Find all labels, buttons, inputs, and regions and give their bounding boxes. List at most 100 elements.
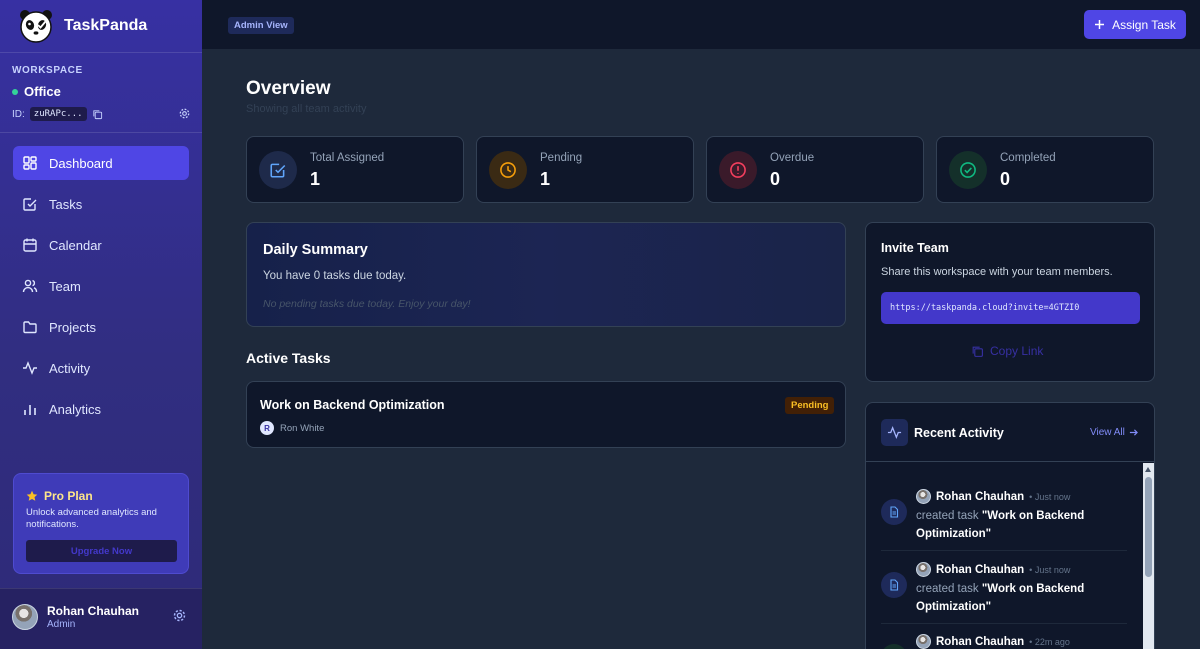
invite-link-field[interactable]: https://taskpanda.cloud?invite=4GTZI0 (881, 292, 1140, 324)
divider (0, 52, 202, 53)
invite-team-title: Invite Team (881, 241, 949, 255)
avatar (916, 489, 931, 504)
avatar (916, 634, 931, 649)
activity-description: created task "Work on Backend Optimizati… (916, 580, 1116, 616)
pro-plan-title: Pro Plan (26, 489, 93, 503)
sidebar-nav: Dashboard Tasks Calendar Team Projects A… (13, 146, 189, 433)
activity-description: created task "Work on Backend Optimizati… (916, 507, 1116, 543)
activity-type-bg (881, 499, 907, 525)
invite-team-description: Share this workspace with your team memb… (881, 266, 1113, 278)
admin-view-badge: Admin View (228, 17, 294, 34)
activity-type-bg (881, 644, 907, 649)
copy-link-button[interactable]: Copy Link (971, 344, 1043, 358)
sidebar-item-team[interactable]: Team (13, 269, 189, 303)
activity-time: • Just now (1029, 564, 1071, 575)
task-check-icon (270, 163, 286, 178)
workspace-id: ID: zuRAPc... (12, 107, 103, 121)
sidebar-item-activity[interactable]: Activity (13, 351, 189, 385)
sidebar-item-projects[interactable]: Projects (13, 310, 189, 344)
stat-card-total-assigned[interactable]: Total Assigned 1 (246, 136, 464, 203)
status-badge: Pending (785, 397, 835, 414)
copy-id-icon[interactable] (92, 109, 103, 120)
page-subtitle: Showing all team activity (246, 103, 367, 115)
activity-icon (23, 361, 37, 375)
document-icon (890, 579, 899, 591)
document-icon (890, 506, 899, 518)
daily-summary-empty-message: No pending tasks due today. Enjoy your d… (263, 298, 471, 310)
sidebar-item-label: Projects (49, 319, 96, 335)
activity-action: created task (916, 510, 979, 522)
stat-icon-bg (259, 151, 297, 189)
scrollbar-thumb[interactable] (1145, 477, 1152, 577)
copy-link-label: Copy Link (990, 344, 1044, 358)
workspace-name[interactable]: Office (12, 84, 61, 99)
plus-icon (1095, 20, 1105, 29)
sidebar-item-analytics[interactable]: Analytics (13, 392, 189, 426)
task-card[interactable]: Work on Backend Optimization Pending R R… (246, 381, 846, 448)
upgrade-now-button[interactable]: Upgrade Now (26, 540, 177, 562)
activity-user: Rohan Chauhan (936, 490, 1025, 503)
stat-icon-bg (489, 151, 527, 189)
activity-scrollbar[interactable] (1143, 463, 1154, 649)
sidebar-item-tasks[interactable]: Tasks (13, 187, 189, 221)
assign-task-button[interactable]: Assign Task (1084, 10, 1186, 39)
stat-card-pending[interactable]: Pending 1 (476, 136, 694, 203)
dashboard-icon (23, 156, 37, 170)
avatar (12, 604, 38, 630)
assignee-avatar: R (260, 421, 274, 435)
activity-header: Rohan Chauhan • Just now (916, 562, 1070, 577)
active-tasks-title: Active Tasks (246, 350, 331, 366)
scroll-up-arrow-icon[interactable] (1145, 467, 1151, 472)
view-all-link[interactable]: View All (1090, 427, 1138, 438)
workspace-label: WORKSPACE (12, 65, 83, 76)
divider (881, 623, 1127, 624)
activity-header: Rohan Chauhan • 22m ago (916, 634, 1070, 649)
sidebar-item-calendar[interactable]: Calendar (13, 228, 189, 262)
stat-label: Overdue (770, 152, 815, 164)
activity-icon (887, 426, 902, 439)
avatar (916, 562, 931, 577)
assignee-name: Ron White (280, 422, 325, 434)
user-settings-gear-icon[interactable] (173, 609, 186, 622)
daily-summary-text: You have 0 tasks due today. (263, 270, 407, 282)
pro-plan-title-text: Pro Plan (44, 489, 93, 503)
workspace-settings-gear-icon[interactable] (179, 108, 190, 119)
pro-plan-card: Pro Plan Unlock advanced analytics and n… (13, 473, 189, 574)
activity-icon-bg (881, 419, 908, 446)
brand[interactable]: TaskPanda (18, 6, 147, 46)
stat-value: 1 (540, 169, 551, 189)
daily-summary-card: Daily Summary You have 0 tasks due today… (246, 222, 846, 327)
stat-icon-bg (949, 151, 987, 189)
page-title: Overview (246, 78, 331, 99)
workspace-name-text: Office (24, 84, 61, 99)
tasks-icon (23, 198, 37, 211)
activity-type-bg (881, 572, 907, 598)
analytics-icon (24, 405, 36, 415)
stat-card-completed[interactable]: Completed 0 (936, 136, 1154, 203)
stat-value: 0 (1000, 169, 1011, 189)
calendar-icon (23, 238, 37, 252)
sidebar-item-label: Dashboard (49, 155, 113, 171)
stat-icon-bg (719, 151, 757, 189)
stat-value: 1 (310, 169, 321, 189)
view-all-label: View All (1090, 427, 1125, 438)
stat-label: Total Assigned (310, 152, 385, 164)
sidebar-item-label: Analytics (49, 401, 102, 417)
stat-label: Completed (1000, 152, 1056, 164)
activity-user: Rohan Chauhan (936, 563, 1025, 576)
stat-value: 0 (770, 169, 781, 189)
activity-user: Rohan Chauhan (936, 635, 1025, 648)
star-icon (26, 490, 38, 501)
task-title: Work on Backend Optimization (260, 398, 445, 412)
sidebar-item-label: Activity (49, 360, 91, 376)
sidebar-item-dashboard[interactable]: Dashboard (13, 146, 189, 180)
activity-time: • Just now (1029, 491, 1071, 502)
activity-action: created task (916, 583, 979, 595)
recent-activity-header: Recent Activity View All (866, 403, 1154, 462)
alert-circle-icon (730, 162, 746, 178)
sidebar-item-label: Calendar (49, 237, 102, 253)
recent-activity-title: Recent Activity (914, 426, 1004, 440)
arrow-right-icon (1129, 429, 1138, 436)
stat-card-overdue[interactable]: Overdue 0 (706, 136, 924, 203)
user-profile[interactable]: Rohan Chauhan Admin (0, 588, 202, 649)
